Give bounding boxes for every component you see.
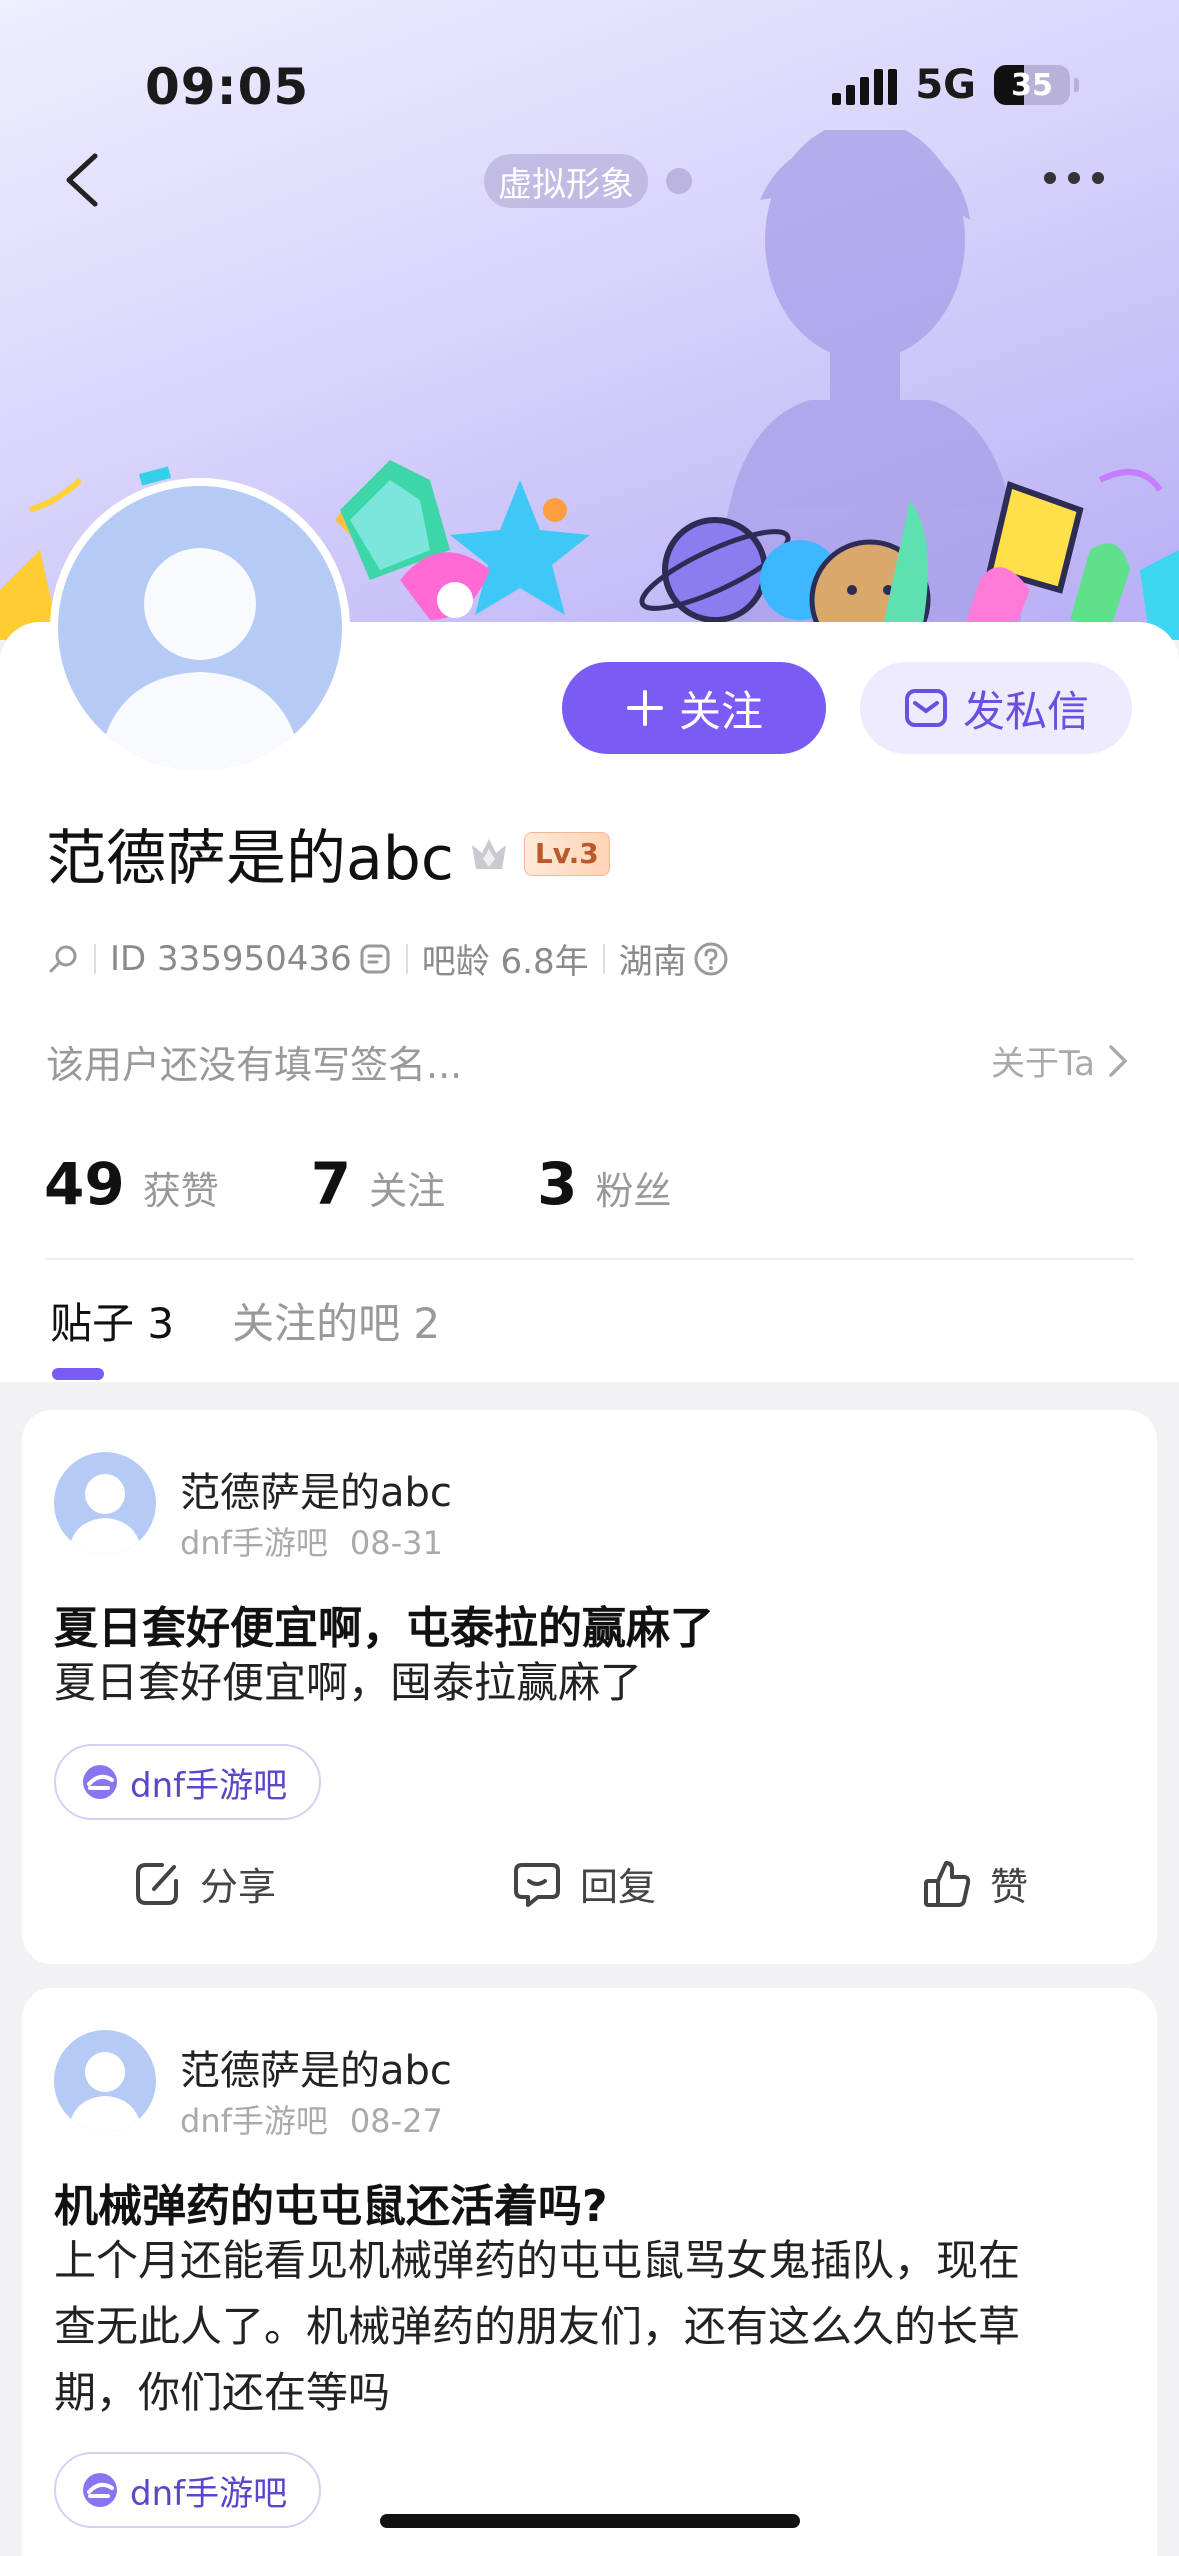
share-icon bbox=[136, 1862, 178, 1905]
share-button[interactable]: 分享 bbox=[132, 1856, 276, 1911]
user-id: ID 335950436 bbox=[110, 938, 352, 979]
stat-following[interactable]: 7 关注 bbox=[311, 1150, 445, 1218]
status-time: 09:05 bbox=[145, 58, 310, 116]
tab-indicator bbox=[52, 1368, 104, 1380]
battery-icon: 35 bbox=[994, 65, 1070, 105]
profile-meta: ID 335950436 吧龄 6.8年 湖南 bbox=[46, 934, 729, 983]
stat-likes: 49 获赞 bbox=[44, 1150, 219, 1218]
username-row: 范德萨是的abc Lv.3 bbox=[46, 810, 610, 897]
signature: 该用户还没有填写签名... bbox=[46, 1043, 463, 1087]
stats-row: 49 获赞 7 关注 3 粉丝 bbox=[44, 1150, 763, 1218]
stat-followers[interactable]: 3 粉丝 bbox=[537, 1150, 671, 1218]
status-indicators: 5G 35 bbox=[832, 62, 1079, 108]
plus-icon bbox=[626, 690, 663, 726]
virtual-avatar-toggle[interactable]: 虚拟形象 bbox=[484, 154, 648, 208]
direct-message-button[interactable]: 发私信 bbox=[860, 662, 1132, 754]
envelope-icon bbox=[904, 689, 947, 727]
divider bbox=[46, 1258, 1134, 1260]
tab-followed-bars[interactable]: 关注的吧 2 bbox=[232, 1290, 440, 1351]
toggle-dot-icon bbox=[666, 168, 692, 194]
post-meta: dnf手游吧 08-31 bbox=[180, 1524, 443, 1562]
network-label: 5G bbox=[915, 62, 976, 108]
avatar[interactable] bbox=[50, 478, 350, 778]
post-card[interactable]: 范德萨是的abc dnf手游吧 08-27 机械弹药的屯屯鼠还活着吗? 上个月还能… bbox=[22, 1988, 1157, 2556]
about-link[interactable]: 关于Ta bbox=[991, 1036, 1129, 1085]
comment-icon bbox=[514, 1862, 560, 1907]
bar-age: 吧龄 6.8年 bbox=[421, 942, 589, 982]
post-author-avatar[interactable] bbox=[54, 1452, 156, 1554]
back-button[interactable] bbox=[55, 150, 115, 210]
post-author[interactable]: 范德萨是的abc bbox=[180, 2038, 452, 2096]
help-icon[interactable] bbox=[693, 941, 729, 977]
thumbs-up-icon bbox=[924, 1860, 971, 1907]
post-title[interactable]: 夏日套好便宜啊，屯泰拉的赢麻了 bbox=[54, 1592, 714, 1656]
post-body[interactable]: 上个月还能看见机械弹药的屯屯鼠骂女鬼插队，现在 查无此人了。机械弹药的朋友们，还… bbox=[54, 2228, 1134, 2426]
profile-tabs: 贴子 3 关注的吧 2 bbox=[50, 1290, 440, 1351]
search-key-icon bbox=[49, 945, 77, 972]
post-card[interactable]: 范德萨是的abc dnf手游吧 08-31 夏日套好便宜啊，屯泰拉的赢麻了 夏日套… bbox=[22, 1410, 1157, 1964]
tab-posts[interactable]: 贴子 3 bbox=[50, 1290, 174, 1351]
bar-logo-icon bbox=[83, 2473, 117, 2507]
home-indicator[interactable] bbox=[380, 2514, 800, 2528]
post-meta: dnf手游吧 08-27 bbox=[180, 2102, 443, 2140]
follow-button[interactable]: 关注 bbox=[562, 662, 826, 754]
bar-tag[interactable]: dnf手游吧 bbox=[54, 2452, 322, 2528]
level-badge[interactable]: Lv.3 bbox=[523, 831, 610, 876]
location: 湖南 bbox=[618, 942, 687, 982]
copy-icon[interactable] bbox=[358, 942, 392, 976]
reply-button[interactable]: 回复 bbox=[512, 1856, 656, 1911]
like-button[interactable]: 赞 bbox=[922, 1856, 1028, 1911]
bar-logo-icon bbox=[83, 1765, 117, 1799]
more-options-button[interactable] bbox=[1044, 172, 1104, 184]
default-avatar-icon bbox=[98, 548, 302, 770]
chevron-right-icon bbox=[1109, 1044, 1128, 1077]
username: 范德萨是的abc bbox=[46, 824, 454, 894]
post-author-avatar[interactable] bbox=[54, 2030, 156, 2132]
signal-icon bbox=[832, 65, 898, 105]
bar-tag[interactable]: dnf手游吧 bbox=[54, 1744, 322, 1820]
post-title[interactable]: 机械弹药的屯屯鼠还活着吗? bbox=[54, 2170, 608, 2234]
post-author[interactable]: 范德萨是的abc bbox=[180, 1460, 452, 1518]
post-body[interactable]: 夏日套好便宜啊，囤泰拉赢麻了 bbox=[54, 1650, 1134, 1716]
badge-crown-icon[interactable] bbox=[466, 831, 512, 877]
